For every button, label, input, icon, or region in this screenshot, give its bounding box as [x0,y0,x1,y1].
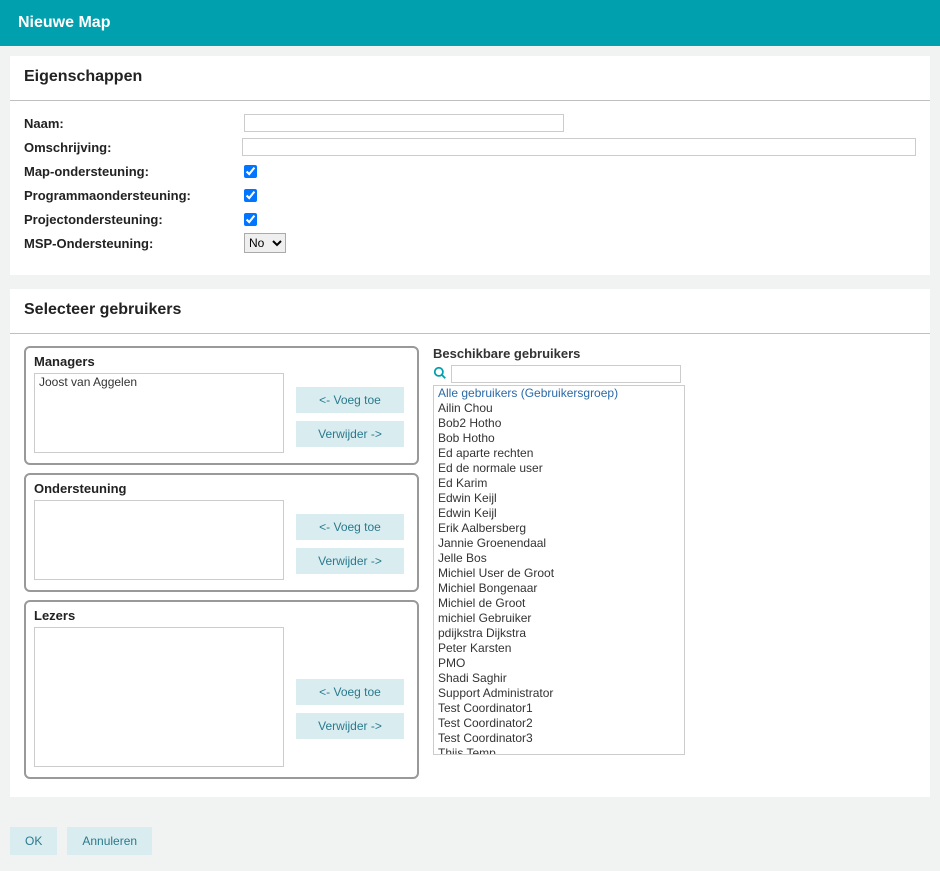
label-msp-support: MSP-Ondersteuning: [24,236,244,251]
managers-group: Managers Joost van Aggelen <- Voeg toe V… [24,346,419,465]
available-user-item[interactable]: Support Administrator [434,686,684,701]
readers-add-button[interactable]: <- Voeg toe [296,679,404,705]
available-user-item[interactable]: Peter Karsten [434,641,684,656]
available-user-item[interactable]: Michiel Bongenaar [434,581,684,596]
available-user-item[interactable]: Ed Karim [434,476,684,491]
available-user-item[interactable]: Test Coordinator1 [434,701,684,716]
label-name: Naam: [24,116,244,131]
program-support-checkbox[interactable] [244,189,257,202]
cancel-button[interactable]: Annuleren [67,827,152,855]
readers-label: Lezers [34,608,409,623]
available-user-item[interactable]: Bob Hotho [434,431,684,446]
available-user-item[interactable]: Erik Aalbersberg [434,521,684,536]
divider [10,100,930,101]
available-user-item[interactable]: Michiel de Groot [434,596,684,611]
available-user-item[interactable]: Jannie Groenendaal [434,536,684,551]
msp-support-select[interactable]: NoYes [244,233,286,253]
managers-add-button[interactable]: <- Voeg toe [296,387,404,413]
list-item[interactable]: Joost van Aggelen [35,374,283,390]
support-label: Ondersteuning [34,481,409,496]
available-users-listbox[interactable]: Alle gebruikers (Gebruikersgroep)Ailin C… [433,385,685,755]
managers-remove-button[interactable]: Verwijder -> [296,421,404,447]
available-user-item[interactable]: Shadi Saghir [434,671,684,686]
search-icon [433,366,447,383]
available-user-item[interactable]: Edwin Keijl [434,506,684,521]
divider [10,333,930,334]
users-panel: Selecteer gebruikers Managers Joost van … [10,289,930,797]
label-description: Omschrijving: [24,140,242,155]
readers-group: Lezers <- Voeg toe Verwijder -> [24,600,419,779]
properties-panel: Eigenschappen Naam: Omschrijving: Map-on… [10,56,930,275]
available-search-input[interactable] [451,365,681,383]
label-project-support: Projectondersteuning: [24,212,244,227]
support-add-button[interactable]: <- Voeg toe [296,514,404,540]
available-user-item[interactable]: Test Coordinator3 [434,731,684,746]
managers-label: Managers [34,354,409,369]
available-user-item[interactable]: Test Coordinator2 [434,716,684,731]
support-remove-button[interactable]: Verwijder -> [296,548,404,574]
description-input[interactable] [242,138,916,156]
properties-title: Eigenschappen [24,68,916,86]
available-user-item[interactable]: Ailin Chou [434,401,684,416]
label-map-support: Map-ondersteuning: [24,164,244,179]
available-user-item[interactable]: Ed aparte rechten [434,446,684,461]
available-user-item[interactable]: Bob2 Hotho [434,416,684,431]
label-program-support: Programmaondersteuning: [24,188,244,203]
managers-listbox[interactable]: Joost van Aggelen [34,373,284,453]
available-users-label: Beschikbare gebruikers [433,346,916,361]
available-user-item[interactable]: Ed de normale user [434,461,684,476]
users-title: Selecteer gebruikers [24,301,916,319]
readers-remove-button[interactable]: Verwijder -> [296,713,404,739]
map-support-checkbox[interactable] [244,165,257,178]
available-user-item[interactable]: PMO [434,656,684,671]
available-user-item[interactable]: Michiel User de Groot [434,566,684,581]
name-input[interactable] [244,114,564,132]
support-group: Ondersteuning <- Voeg toe Verwijder -> [24,473,419,592]
available-user-item[interactable]: michiel Gebruiker [434,611,684,626]
available-user-item[interactable]: Thijs Temp [434,746,684,755]
readers-listbox[interactable] [34,627,284,767]
window-title: Nieuwe Map [0,0,940,46]
available-user-item[interactable]: Alle gebruikers (Gebruikersgroep) [434,386,684,401]
support-listbox[interactable] [34,500,284,580]
available-user-item[interactable]: Edwin Keijl [434,491,684,506]
ok-button[interactable]: OK [10,827,57,855]
available-user-item[interactable]: pdijkstra Dijkstra [434,626,684,641]
available-user-item[interactable]: Jelle Bos [434,551,684,566]
project-support-checkbox[interactable] [244,213,257,226]
